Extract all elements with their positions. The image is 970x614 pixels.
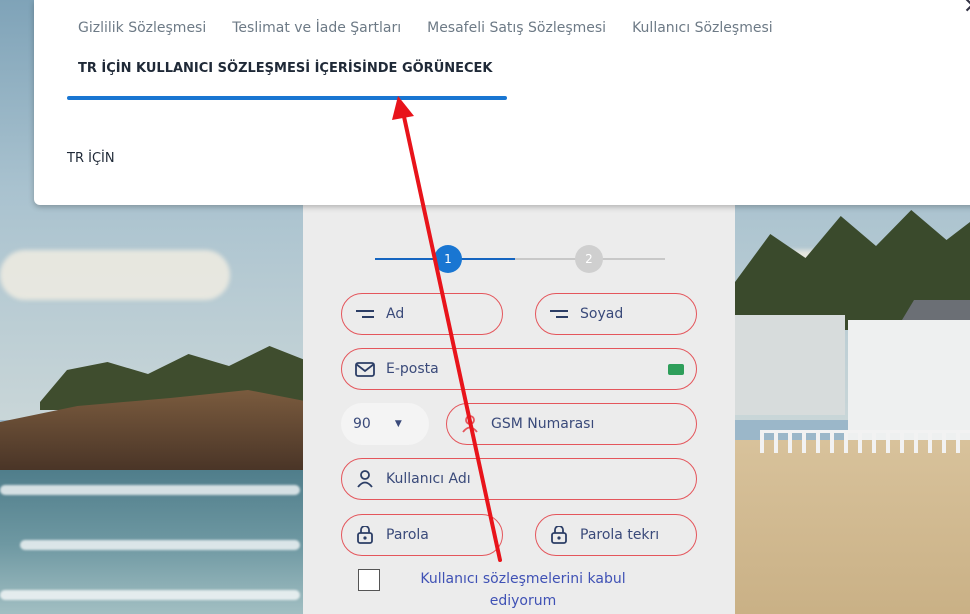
person-icon — [459, 413, 481, 435]
step-1[interactable]: 1 — [434, 245, 462, 273]
name-lines-icon — [548, 303, 570, 325]
username-field[interactable]: Kullanıcı Adı — [341, 458, 697, 500]
email-placeholder: E-posta — [386, 361, 439, 377]
cloud — [0, 250, 230, 300]
registration-form: 1 2 Ad Soyad E-posta 90 ▼ GSM Numarası K… — [303, 200, 735, 614]
first-name-placeholder: Ad — [386, 306, 405, 322]
close-icon[interactable]: ✕ — [963, 0, 970, 19]
gsm-placeholder: GSM Numarası — [491, 416, 595, 432]
tab-user-agreement[interactable]: Kullanıcı Sözleşmesi — [632, 20, 773, 36]
password-repeat-placeholder: Parola tekrı — [580, 527, 660, 543]
password-placeholder: Parola — [386, 527, 429, 543]
username-placeholder: Kullanıcı Adı — [386, 471, 471, 487]
first-name-field[interactable]: Ad — [341, 293, 503, 335]
password-repeat-field[interactable]: Parola tekrı — [535, 514, 697, 556]
last-name-placeholder: Soyad — [580, 306, 624, 322]
mail-icon — [354, 358, 376, 380]
name-lines-icon — [354, 303, 376, 325]
step-2[interactable]: 2 — [575, 245, 603, 273]
chevron-down-icon: ▼ — [394, 419, 402, 429]
fence — [760, 430, 970, 453]
active-subtab[interactable]: TR İÇİN KULLANICI SÖZLEŞMESİ İÇERİSİNDE … — [78, 61, 493, 76]
wave — [0, 590, 300, 600]
gsm-field[interactable]: GSM Numarası — [446, 403, 697, 445]
house — [735, 315, 845, 415]
wave — [20, 540, 300, 550]
agreements-modal: Gizlilik Sözleşmesi Teslimat ve İade Şar… — [34, 0, 970, 205]
sand — [735, 440, 970, 614]
country-code-select[interactable]: 90 ▼ — [341, 403, 429, 445]
agreement-content: TR İÇİN — [67, 151, 115, 166]
person-icon — [354, 468, 376, 490]
tab-distance-sales[interactable]: Mesafeli Satış Sözleşmesi — [427, 20, 606, 36]
tab-delivery-returns[interactable]: Teslimat ve İade Şartları — [232, 20, 401, 36]
autofill-badge-icon[interactable] — [668, 363, 684, 375]
tab-privacy[interactable]: Gizlilik Sözleşmesi — [78, 20, 206, 36]
password-field[interactable]: Parola — [341, 514, 503, 556]
lock-icon — [548, 524, 570, 546]
lock-icon — [354, 524, 376, 546]
house — [848, 320, 970, 440]
country-code-value: 90 — [353, 416, 371, 432]
email-field[interactable]: E-posta — [341, 348, 697, 390]
stepper: 1 2 — [375, 244, 665, 274]
wave — [0, 485, 300, 495]
agreement-tabs: Gizlilik Sözleşmesi Teslimat ve İade Şar… — [78, 20, 773, 36]
active-tab-indicator — [67, 96, 507, 100]
last-name-field[interactable]: Soyad — [535, 293, 697, 335]
consent-label[interactable]: Kullanıcı sözleşmelerini kabul ediyorum — [413, 568, 633, 612]
consent-checkbox[interactable] — [358, 569, 380, 591]
